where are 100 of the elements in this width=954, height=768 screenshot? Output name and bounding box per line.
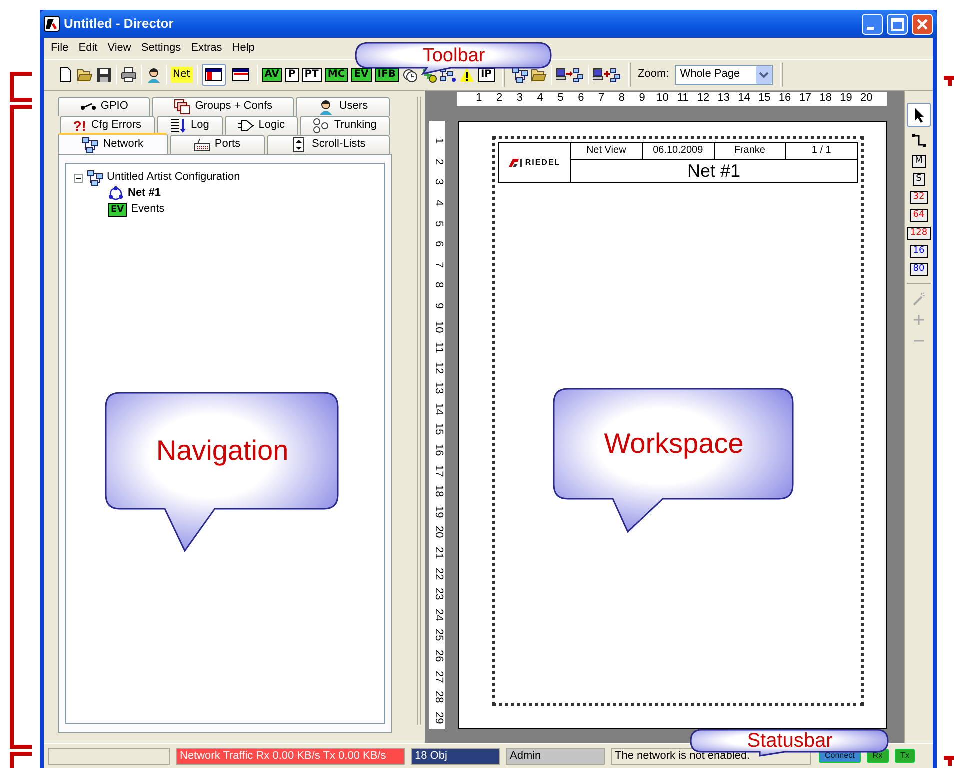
grid-stack-icon [174,99,190,115]
ruler-number: 14 [432,402,445,418]
tab-label[interactable]: Scroll-Lists [312,138,366,152]
tab[interactable]: GPIO [58,97,150,116]
menu-item[interactable]: View [102,42,136,56]
tab[interactable]: Scroll-Lists [266,135,390,154]
status-pane: Admin [506,748,605,764]
ruler-number: 19 [432,504,445,520]
tab-label[interactable]: Log [190,119,210,133]
ruler-number: 7 [597,92,606,106]
ruler-number: 28 [432,690,445,706]
toolbar-button[interactable]: IFB [374,68,399,82]
tab[interactable]: Trunking [300,116,390,135]
tab-label[interactable]: Logic [258,119,286,133]
toolbar-button[interactable]: IP [478,68,495,82]
tool-button[interactable]: M [912,155,926,168]
tab[interactable]: Network [58,133,168,154]
list-arrow-icon [170,118,186,134]
status-pane: 18 Obj [411,748,500,764]
ruler-number: 6 [432,240,445,250]
tab[interactable]: Ports [170,135,265,154]
tree-item[interactable]: Untitled Artist Configuration [107,171,240,185]
ruler-number: 20 [859,92,874,106]
tab[interactable]: Log [156,116,223,135]
menu-item[interactable]: File [46,42,74,56]
toolbar-button[interactable]: MC [324,68,348,82]
toolbar-button[interactable]: P [285,68,299,82]
tab-label[interactable]: Trunking [334,119,377,133]
tab-label[interactable]: Users [339,100,368,114]
menu-item[interactable]: Settings [136,42,186,56]
user-icon[interactable] [146,67,162,83]
tool-button[interactable]: 80 [910,263,928,276]
logo-icon [508,158,524,168]
bracket-mark [944,754,954,766]
menu-item[interactable]: Help [227,42,260,56]
ruler-number: 8 [432,281,445,291]
tab[interactable]: Groups + Confs [152,97,294,116]
clock-icon[interactable] [402,67,418,83]
keyboard-icon [194,137,210,153]
tool-button[interactable]: 16 [910,245,928,258]
ruler-number: 23 [432,587,445,602]
ruler-number: 11 [432,340,445,355]
window-layout-icon [204,67,223,83]
menu-item[interactable]: Edit [74,42,103,56]
network-icon [87,170,103,186]
ruler-number: 24 [432,608,445,624]
tab[interactable]: Users [296,97,390,116]
network-icon[interactable] [512,67,528,83]
title-block-field: Net View [571,143,643,159]
ruler-number: 9 [432,302,445,312]
status-indicator: Tx [894,749,916,763]
ruler-number: 18 [818,92,833,106]
tab-label[interactable]: Network [103,138,144,152]
circles-icon [313,118,330,134]
ruler-number: 1 [475,92,484,106]
folder-icon[interactable] [531,67,547,83]
toolbar-button[interactable]: AV [262,68,282,82]
new-document-icon[interactable] [58,67,74,83]
menu-item[interactable]: Extras [186,42,228,56]
ruler-number: 26 [432,649,445,664]
view-toggle-button[interactable] [202,64,226,86]
ring-icon [108,186,124,202]
tab-label[interactable]: Ports [214,138,241,152]
collapse-icon[interactable] [74,174,83,182]
minimize-icon[interactable] [862,14,883,34]
tool-button[interactable] [907,103,931,127]
computer-network-icon[interactable] [593,67,621,83]
window-title: Untitled - Director [64,16,175,32]
tab-label[interactable]: GPIO [100,100,128,114]
toolbar-button[interactable]: Net [171,67,193,83]
printer-icon[interactable] [121,67,137,83]
tree-item[interactable]: Net #1 [128,187,162,201]
zoom-dropdown[interactable]: Whole Page [675,65,774,85]
tab[interactable]: Logic [224,116,298,135]
app-logo-icon [44,16,60,32]
tab-label[interactable]: Cfg Errors [91,119,142,133]
event-icon: EV [108,203,128,217]
toolbar-button[interactable]: PT [302,68,322,82]
tab-label[interactable]: Groups + Confs [195,100,273,114]
connector-icon [911,133,927,149]
tab[interactable]: ?! Cfg Errors [60,116,155,135]
tool-button[interactable]: S [913,173,925,186]
toolbar-button[interactable]: EV [351,68,372,82]
computer-network-icon[interactable] [556,67,584,83]
tree-item[interactable]: Events [131,203,165,217]
folder-icon[interactable] [77,67,93,83]
close-icon[interactable] [912,14,933,34]
ruler-number: 2 [432,158,445,167]
window-layout-icon [232,67,250,83]
ruler-number: 17 [432,464,445,479]
callout-label: Navigation [156,437,289,465]
ruler-number: 10 [656,92,670,106]
callout-label: Workspace [604,430,744,458]
ruler-number: 15 [758,92,772,106]
logic-gate-icon [238,118,254,134]
ruler-number: 16 [432,443,445,458]
zoom-label: Zoom: [638,68,670,82]
ruler-number: 11 [676,92,690,106]
ruler-number: 3 [516,92,524,106]
maximize-icon[interactable] [887,14,908,34]
